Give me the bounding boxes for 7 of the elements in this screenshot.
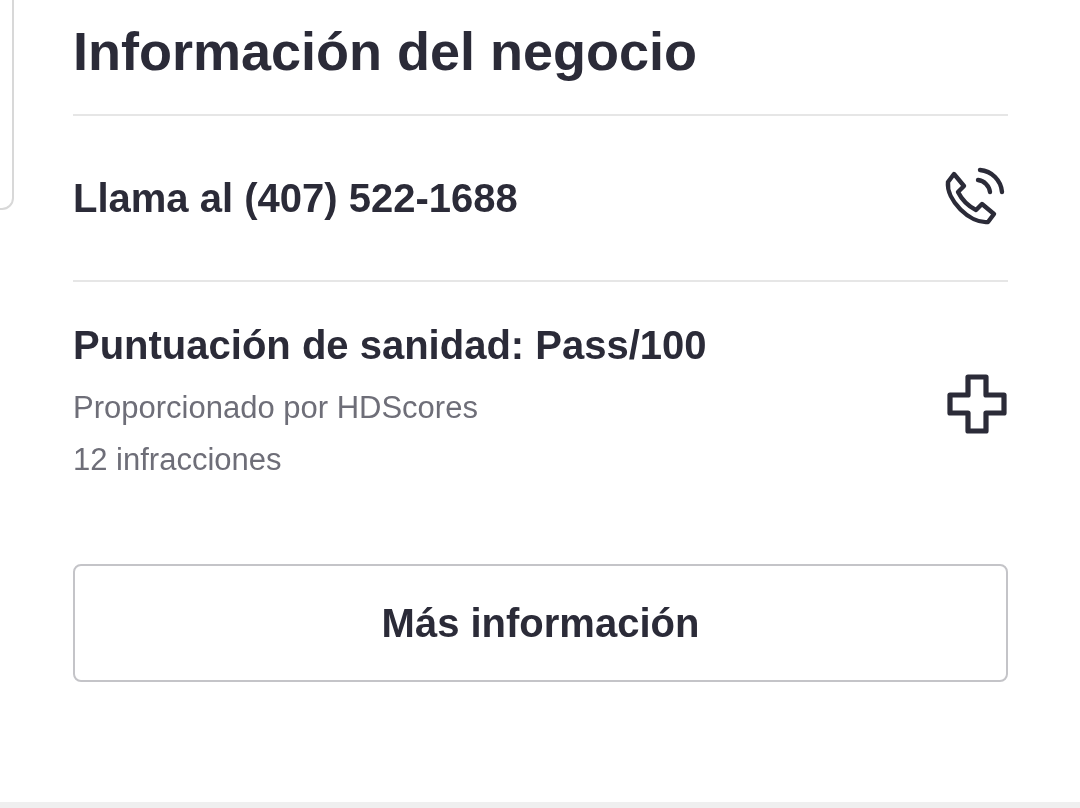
- section-title: Información del negocio: [73, 20, 699, 83]
- more-info-button[interactable]: Más información: [73, 564, 1008, 682]
- info-text: 12 infracciones: [73, 441, 283, 479]
- phone-link[interactable]: Llama al (407) 522-1688: [73, 175, 518, 221]
- plus-icon: [946, 373, 1008, 435]
- health-score: Puntuación de sanidad: Pass/100: [73, 322, 707, 368]
- info-text: Proporcionado por HDScores: [73, 389, 479, 427]
